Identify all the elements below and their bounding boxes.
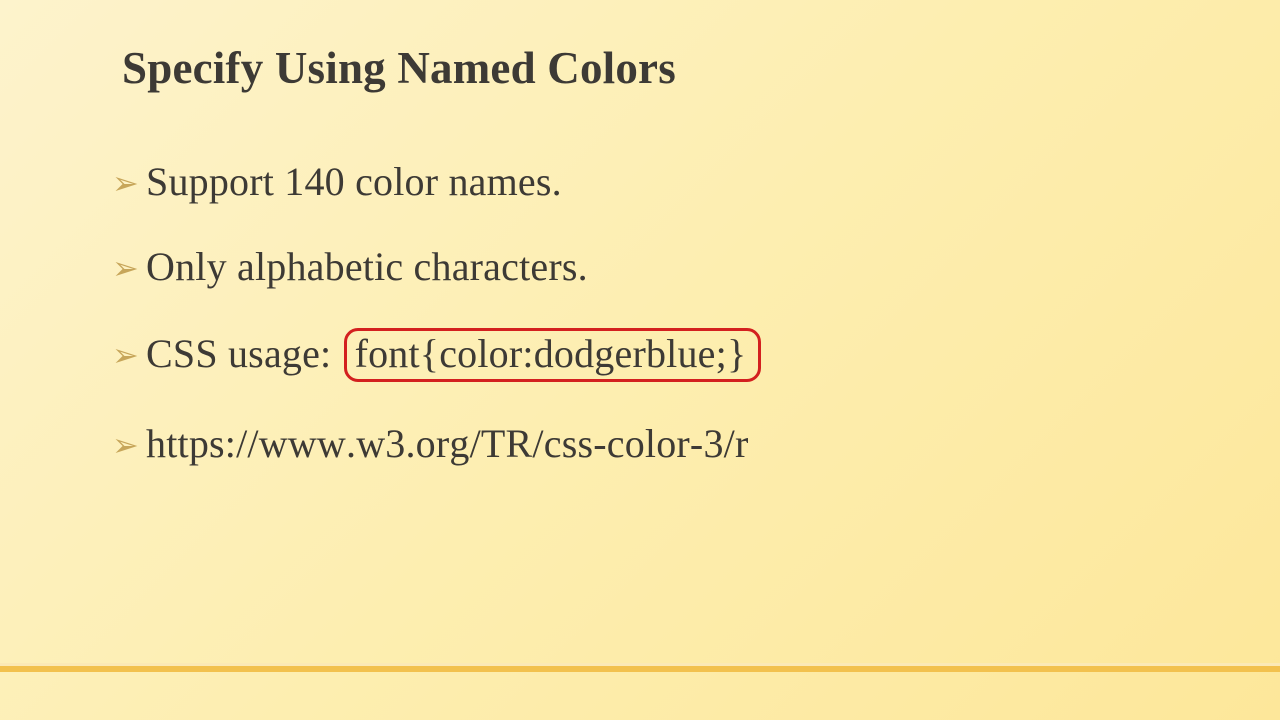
bullet-item: ➢ https://www.w3.org/TR/css-color-3/r xyxy=(112,420,1192,467)
footer-divider xyxy=(0,663,1280,672)
chevron-icon: ➢ xyxy=(112,427,146,465)
bullet-text: Only alphabetic characters. xyxy=(146,243,588,290)
chevron-icon: ➢ xyxy=(112,250,146,288)
bullet-item: ➢ CSS usage: font{color:dodgerblue;} xyxy=(112,328,1192,382)
bullet-text: https://www.w3.org/TR/css-color-3/r xyxy=(146,420,749,467)
slide: Specify Using Named Colors ➢ Support 140… xyxy=(0,0,1280,720)
code-highlight-box: font{color:dodgerblue;} xyxy=(344,328,762,382)
bullet-text: CSS usage: font{color:dodgerblue;} xyxy=(146,328,761,382)
bullet-prefix: CSS usage: xyxy=(146,331,342,376)
bullet-text: Support 140 color names. xyxy=(146,158,562,205)
bullet-list: ➢ Support 140 color names. ➢ Only alphab… xyxy=(112,158,1192,468)
bullet-item: ➢ Support 140 color names. xyxy=(112,158,1192,205)
slide-title: Specify Using Named Colors xyxy=(122,42,676,94)
bullet-item: ➢ Only alphabetic characters. xyxy=(112,243,1192,290)
chevron-icon: ➢ xyxy=(112,165,146,203)
chevron-icon: ➢ xyxy=(112,337,146,375)
